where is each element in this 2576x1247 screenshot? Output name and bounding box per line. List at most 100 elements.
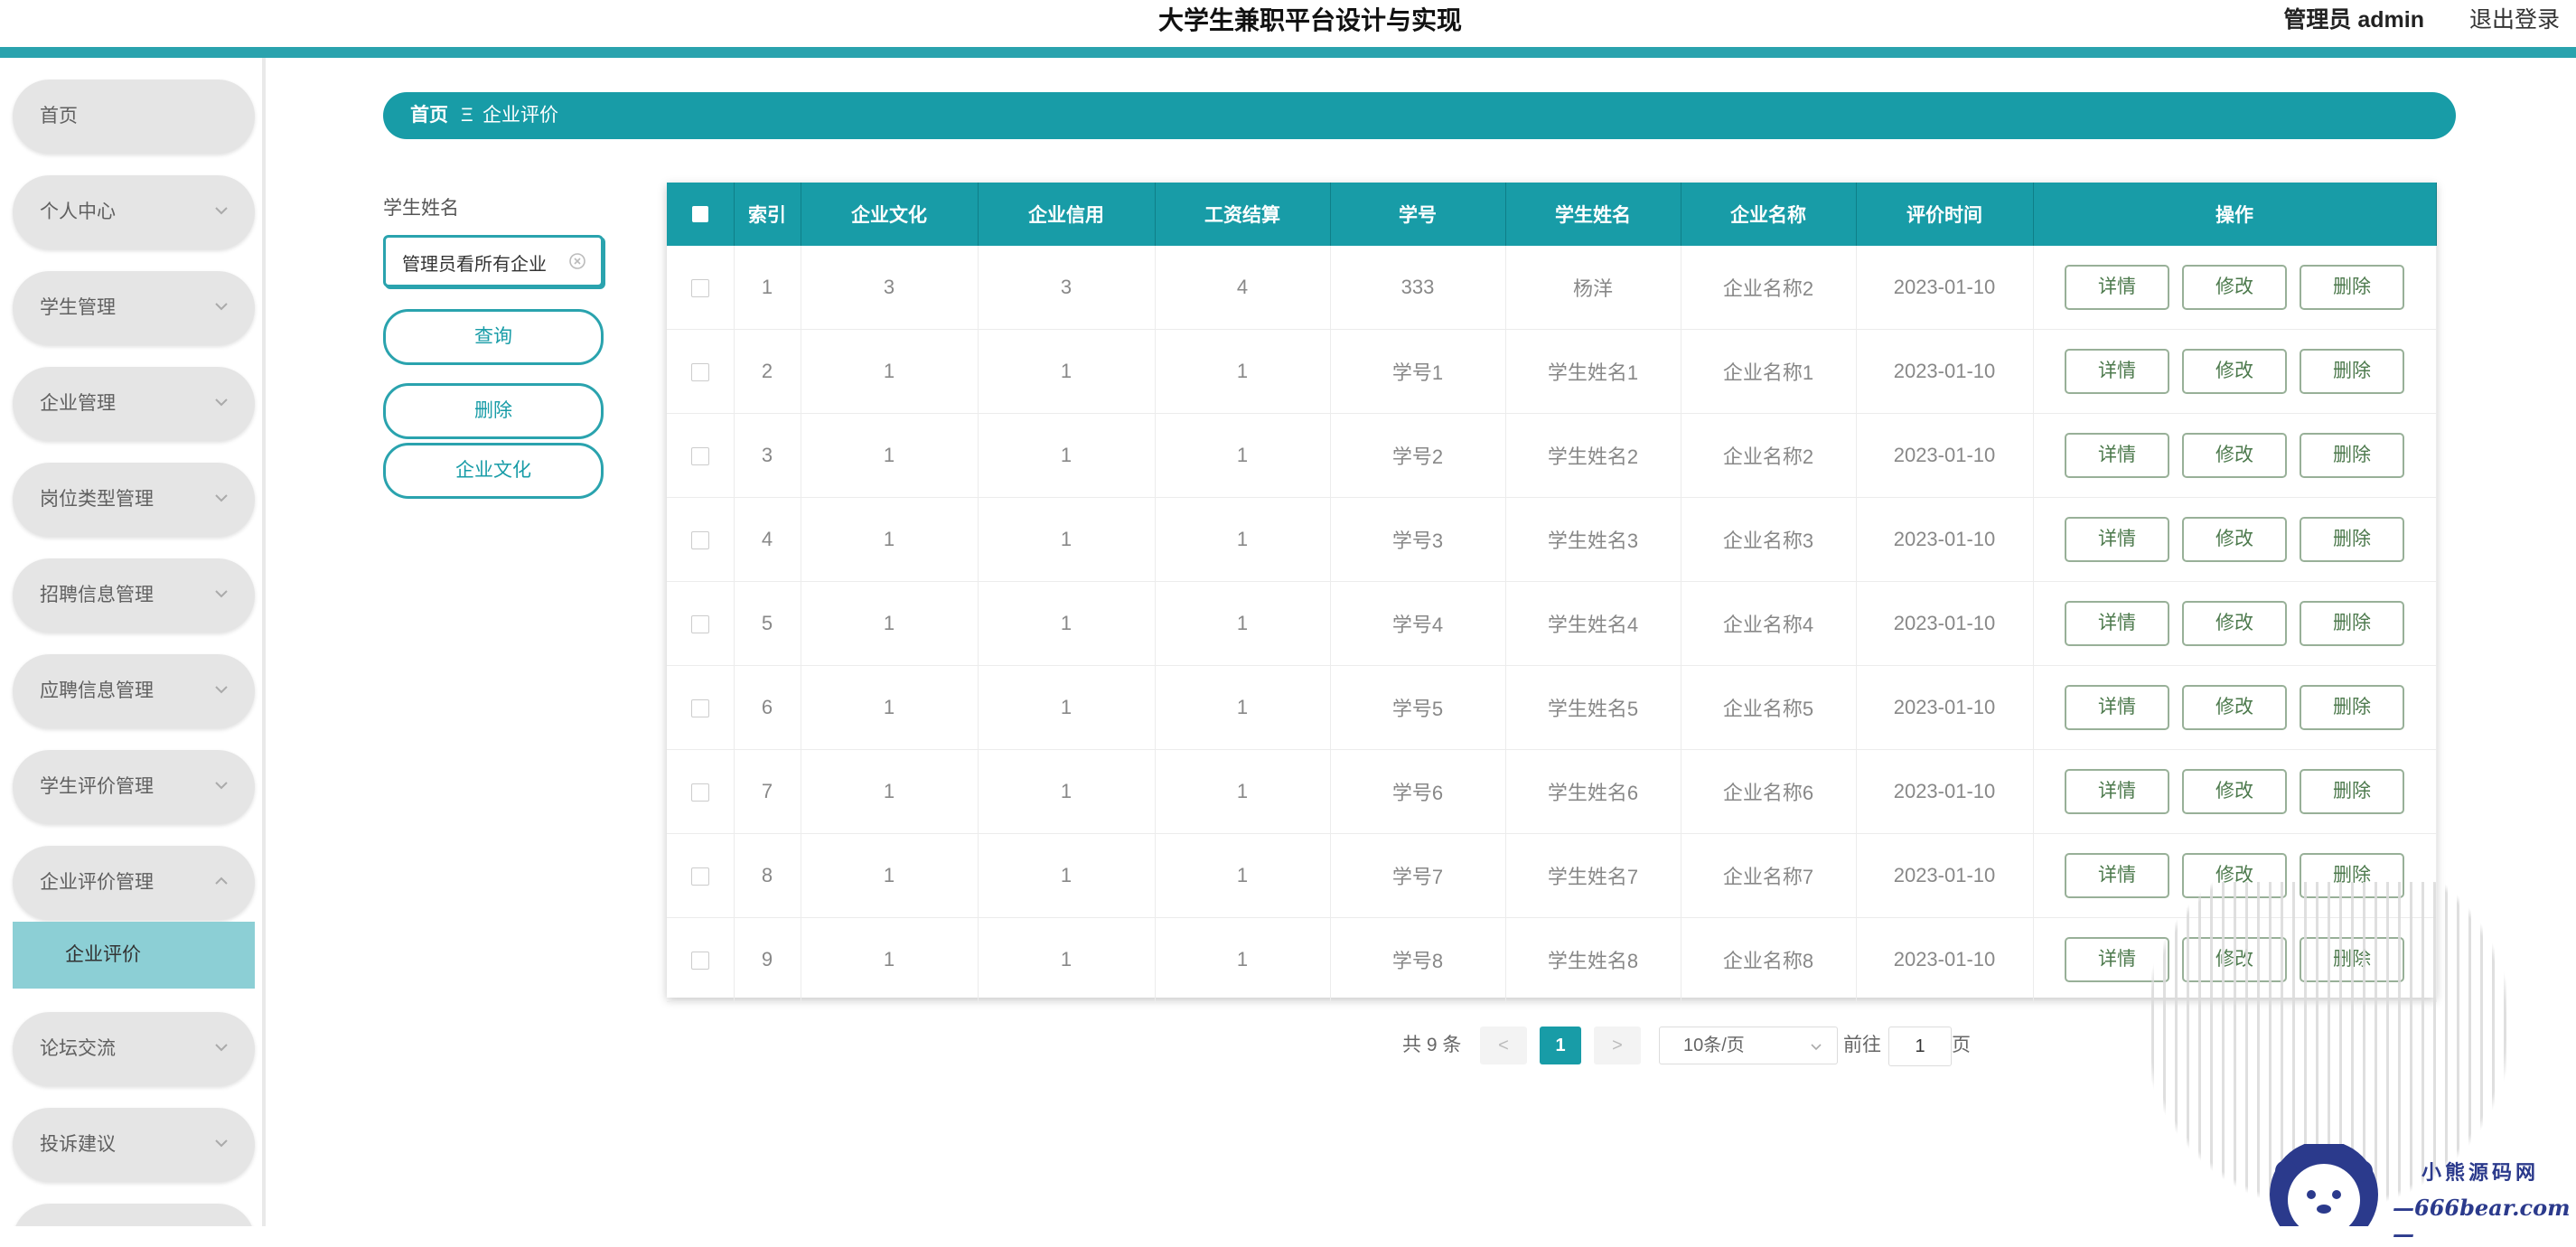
sidebar-item-student-management[interactable]: 学生管理 — [13, 271, 255, 345]
row-checkbox[interactable] — [690, 447, 709, 466]
delete-row-button[interactable]: 删除 — [2300, 769, 2404, 814]
chevron-down-icon — [1811, 1044, 1822, 1051]
edit-button[interactable]: 修改 — [2182, 349, 2287, 394]
row-checkbox[interactable] — [690, 952, 709, 970]
edit-button[interactable]: 修改 — [2182, 769, 2287, 814]
sidebar-item-label: 应聘信息管理 — [40, 680, 154, 701]
edit-button[interactable]: 修改 — [2182, 433, 2287, 478]
goto-page-input[interactable] — [1888, 1027, 1952, 1066]
index-cell: 5 — [734, 581, 801, 666]
edit-button[interactable]: 修改 — [2182, 601, 2287, 646]
column-header-student-name: 学生姓名 — [1505, 183, 1681, 246]
review-time-cell: 2023-01-10 — [1856, 749, 2034, 834]
student-name-field[interactable] — [383, 235, 604, 287]
index-cell: 8 — [734, 833, 801, 918]
row-checkbox-cell[interactable] — [667, 665, 735, 750]
page-1-button[interactable]: 1 — [1540, 1027, 1581, 1064]
sidebar-item-label: 岗位类型管理 — [40, 489, 154, 510]
company-name-cell: 企业名称7 — [1681, 833, 1857, 918]
row-checkbox[interactable] — [690, 531, 709, 550]
row-checkbox[interactable] — [690, 699, 709, 718]
breadcrumb-separator-icon: Ξ — [461, 105, 473, 126]
review-time-cell: 2023-01-10 — [1856, 497, 2034, 582]
actions-cell: 详情修改删除 — [2033, 665, 2437, 750]
select-all-checkbox-cell[interactable] — [667, 183, 735, 246]
row-checkbox-cell[interactable] — [667, 413, 735, 498]
column-header-review-time: 评价时间 — [1856, 183, 2034, 246]
next-page-button[interactable]: > — [1594, 1027, 1641, 1064]
sidebar-item-recruitment-management[interactable]: 招聘信息管理 — [13, 558, 255, 633]
clear-icon[interactable] — [568, 252, 586, 270]
index-cell: 2 — [734, 329, 801, 414]
company-name-cell: 企业名称5 — [1681, 665, 1857, 750]
delete-row-button[interactable]: 删除 — [2300, 601, 2404, 646]
edit-button[interactable]: 修改 — [2182, 265, 2287, 310]
sidebar-item-label: 学生管理 — [40, 297, 116, 318]
sidebar-item-application-management[interactable]: 应聘信息管理 — [13, 654, 255, 728]
sidebar-subitem-company-review[interactable]: 企业评价 — [13, 922, 255, 989]
sidebar-item-personal-center[interactable]: 个人中心 — [13, 175, 255, 249]
row-checkbox-cell[interactable] — [667, 497, 735, 582]
student-name-cell: 学生姓名8 — [1505, 917, 1681, 1002]
sidebar-item-company-review-management[interactable]: 企业评价管理 — [13, 846, 255, 920]
delete-row-button[interactable]: 删除 — [2300, 433, 2404, 478]
row-checkbox[interactable] — [690, 783, 709, 802]
detail-button[interactable]: 详情 — [2065, 349, 2169, 394]
edit-button[interactable]: 修改 — [2182, 685, 2287, 730]
sidebar-item-home[interactable]: 首页 — [13, 80, 255, 154]
sidebar-item-company-management[interactable]: 企业管理 — [13, 367, 255, 441]
breadcrumb-home[interactable]: 首页 — [410, 92, 448, 139]
row-checkbox-cell[interactable] — [667, 833, 735, 918]
actions-cell: 详情修改删除 — [2033, 581, 2437, 666]
student-name-label: 学生姓名 — [383, 198, 459, 219]
company-culture-cell: 1 — [801, 749, 979, 834]
page-size-select[interactable]: 10条/页 — [1659, 1027, 1838, 1064]
delete-row-button[interactable]: 删除 — [2300, 349, 2404, 394]
company-culture-button[interactable]: 企业文化 — [383, 443, 604, 499]
detail-button[interactable]: 详情 — [2065, 685, 2169, 730]
detail-button[interactable]: 详情 — [2065, 265, 2169, 310]
row-checkbox[interactable] — [690, 615, 709, 634]
sidebar-item-label: 企业评价管理 — [40, 872, 154, 893]
company-culture-cell: 1 — [801, 581, 979, 666]
row-checkbox-cell[interactable] — [667, 329, 735, 414]
detail-button[interactable]: 详情 — [2065, 433, 2169, 478]
query-button[interactable]: 查询 — [383, 309, 604, 365]
sidebar-item-label: 论坛交流 — [40, 1038, 116, 1059]
company-credit-cell: 1 — [978, 497, 1156, 582]
row-checkbox[interactable] — [690, 867, 709, 886]
logout-button[interactable]: 退出登录 — [2469, 0, 2560, 40]
sidebar-item-student-review-management[interactable]: 学生评价管理 — [13, 750, 255, 824]
row-checkbox-cell[interactable] — [667, 581, 735, 666]
select-all-checkbox[interactable] — [691, 206, 708, 223]
row-checkbox[interactable] — [690, 363, 709, 382]
delete-button[interactable]: 删除 — [383, 383, 604, 439]
chevron-down-icon — [215, 1044, 228, 1052]
student-name-cell: 学生姓名2 — [1505, 413, 1681, 498]
company-credit-cell: 1 — [978, 833, 1156, 918]
row-checkbox-cell[interactable] — [667, 917, 735, 1002]
row-checkbox-cell[interactable] — [667, 749, 735, 834]
detail-button[interactable]: 详情 — [2065, 601, 2169, 646]
table-row: 7 1 1 1 学号6 学生姓名6 企业名称6 2023-01-10 详情 修改 删除 — [667, 749, 2437, 834]
salary-settlement-cell: 1 — [1155, 833, 1331, 918]
row-checkbox-cell[interactable] — [667, 246, 735, 330]
sidebar-item-complaints[interactable]: 投诉建议 — [13, 1108, 255, 1182]
delete-row-button[interactable]: 删除 — [2300, 517, 2404, 562]
delete-row-button[interactable]: 删除 — [2300, 265, 2404, 310]
detail-button[interactable]: 详情 — [2065, 769, 2169, 814]
row-checkbox[interactable] — [690, 279, 709, 298]
company-name-cell: 企业名称6 — [1681, 749, 1857, 834]
student-name-input[interactable] — [400, 238, 576, 286]
sidebar-item-more[interactable] — [13, 1204, 255, 1226]
prev-page-button[interactable]: < — [1480, 1027, 1527, 1064]
student-id-cell: 学号4 — [1330, 581, 1506, 666]
student-name-cell: 学生姓名1 — [1505, 329, 1681, 414]
delete-row-button[interactable]: 删除 — [2300, 685, 2404, 730]
sidebar-item-job-type-management[interactable]: 岗位类型管理 — [13, 463, 255, 537]
student-id-cell: 学号8 — [1330, 917, 1506, 1002]
detail-button[interactable]: 详情 — [2065, 517, 2169, 562]
sidebar-item-forum[interactable]: 论坛交流 — [13, 1012, 255, 1086]
edit-button[interactable]: 修改 — [2182, 517, 2287, 562]
company-name-cell: 企业名称3 — [1681, 497, 1857, 582]
